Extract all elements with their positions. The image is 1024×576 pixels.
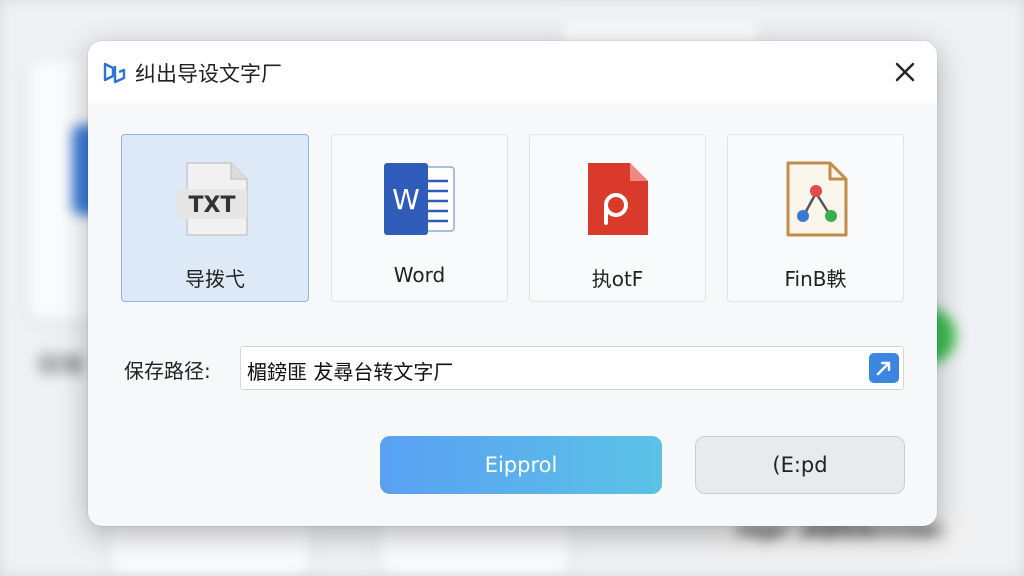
save-path-input[interactable]: 楣鎊匪 犮尋台转文字厂 xyxy=(240,346,904,390)
txt-icon-label: TXT xyxy=(189,193,236,218)
close-icon[interactable] xyxy=(891,58,919,86)
word-file-icon: W xyxy=(383,163,455,235)
app-logo-icon xyxy=(103,62,126,84)
export-button[interactable]: Eipprol xyxy=(380,436,662,494)
format-option-word[interactable]: W Word xyxy=(331,134,508,302)
browse-folder-button[interactable] xyxy=(869,353,899,383)
format-option-pdf[interactable]: 执otF xyxy=(529,134,706,302)
word-icon-letter: W xyxy=(392,183,420,216)
background-bottom-card xyxy=(110,520,310,576)
txt-file-icon: TXT xyxy=(177,162,248,236)
format-label-txt: 导拨弋 xyxy=(185,267,245,291)
pdf-file-icon xyxy=(587,163,648,235)
cancel-button[interactable]: (E:pd xyxy=(695,436,905,494)
save-path-label: 保存路径: xyxy=(124,359,211,383)
background-bottom-card-2 xyxy=(380,520,570,576)
dialog-title: 纠出导设文字厂 xyxy=(135,62,282,86)
format-option-txt[interactable]: TXT 导拨弋 xyxy=(121,134,309,302)
format-label-other: FinB軼 xyxy=(784,267,847,291)
save-path-value: 楣鎊匪 犮尋台转文字厂 xyxy=(247,360,454,384)
format-label-pdf: 执otF xyxy=(591,267,644,291)
export-dialog: 纠出导设文字厂 TXT 导拨弋 W Word 执otF FinB軼 保存路径: … xyxy=(88,41,937,526)
dialog-titlebar: 纠出导设文字厂 xyxy=(88,41,937,103)
format-label-word: Word xyxy=(393,263,446,287)
background-side-text: 保睡 xyxy=(36,351,84,379)
format-option-other[interactable]: FinB軼 xyxy=(727,134,904,302)
share-file-icon xyxy=(786,161,847,237)
